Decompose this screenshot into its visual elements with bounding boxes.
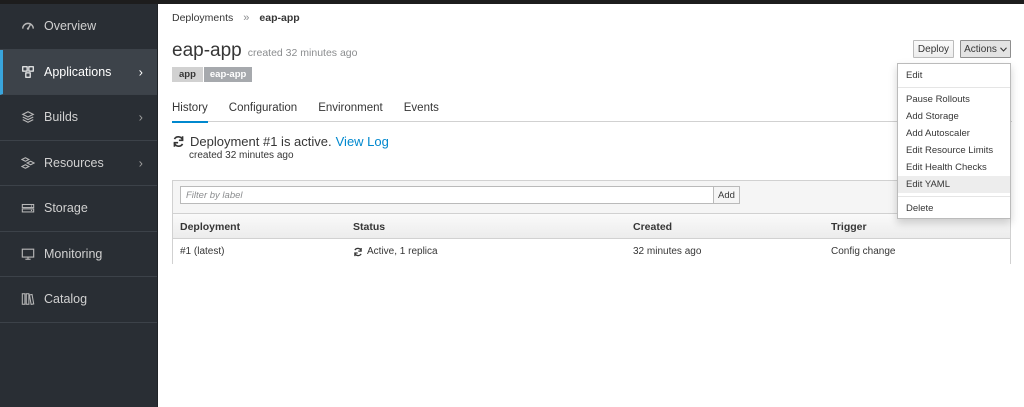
breadcrumb: Deployments » eap-app: [172, 12, 300, 24]
menu-item-delete[interactable]: Delete: [898, 200, 1010, 217]
chevron-down-icon: [999, 45, 1007, 54]
sidebar-item-monitoring[interactable]: Monitoring: [0, 232, 157, 277]
sidebar-item-overview[interactable]: Overview: [0, 4, 157, 50]
filter-by-label-input[interactable]: [180, 186, 714, 204]
storage-icon: [20, 200, 36, 216]
sidebar-item-resources[interactable]: Resources ›: [0, 141, 157, 186]
sidebar-item-catalog[interactable]: Catalog: [0, 277, 157, 323]
deployments-table-panel: Add Deployment Status Created Trigger #1…: [172, 180, 1011, 264]
menu-item-edit-health-checks[interactable]: Edit Health Checks: [898, 159, 1010, 176]
tab-environment[interactable]: Environment: [318, 100, 383, 122]
actions-button[interactable]: Actions: [960, 40, 1011, 58]
tabs: History Configuration Environment Events: [172, 100, 1012, 123]
sidebar-item-label: Monitoring: [44, 246, 103, 261]
layers-icon: [20, 109, 36, 125]
column-header-trigger[interactable]: Trigger: [831, 221, 867, 233]
add-filter-button[interactable]: Add: [713, 186, 740, 204]
cubes-icon: [20, 64, 36, 80]
sidebar-item-label: Builds: [44, 110, 79, 125]
tab-configuration[interactable]: Configuration: [229, 100, 297, 122]
tab-history[interactable]: History: [172, 100, 208, 123]
breadcrumb-separator: »: [243, 12, 250, 24]
row-status-text: Active, 1 replica: [367, 246, 438, 257]
page-title: eap-app: [172, 40, 242, 61]
column-header-created[interactable]: Created: [633, 221, 672, 233]
sidebar-item-label: Resources: [44, 155, 104, 170]
deploy-button[interactable]: Deploy: [913, 40, 954, 58]
chevron-right-icon: ›: [138, 155, 143, 171]
menu-item-add-storage[interactable]: Add Storage: [898, 108, 1010, 125]
sidebar-item-label: Overview: [44, 19, 97, 34]
cubes-outline-icon: [20, 155, 36, 171]
menu-item-edit[interactable]: Edit: [898, 67, 1010, 84]
view-log-link[interactable]: View Log: [336, 134, 389, 149]
menu-divider: [898, 87, 1010, 88]
created-timestamp: created 32 minutes ago: [247, 47, 358, 59]
row-trigger: Config change: [831, 246, 896, 257]
sidebar-item-applications[interactable]: Applications ›: [0, 49, 157, 95]
chevron-right-icon: ›: [138, 109, 143, 125]
breadcrumb-current: eap-app: [259, 12, 300, 24]
sidebar-item-builds[interactable]: Builds ›: [0, 95, 157, 141]
sync-icon: [173, 136, 184, 147]
deployment-link[interactable]: #1 (latest): [180, 246, 224, 257]
main-content: Deployments » eap-app eap-app created 32…: [158, 4, 1024, 407]
column-header-deployment[interactable]: Deployment: [180, 221, 240, 233]
status-text: Deployment #1 is active.: [190, 134, 332, 149]
monitor-icon: [20, 246, 36, 262]
tab-events[interactable]: Events: [404, 100, 439, 122]
deployment-status: Deployment #1 is active. View Log create…: [172, 134, 389, 161]
menu-item-edit-yaml[interactable]: Edit YAML: [898, 176, 1010, 193]
actions-button-label: Actions: [964, 43, 997, 55]
label-value[interactable]: eap-app: [203, 67, 253, 82]
sidebar: Overview Applications › Builds › Resourc…: [0, 4, 158, 407]
table-header: Deployment Status Created Trigger: [173, 213, 1010, 239]
menu-item-edit-resource-limits[interactable]: Edit Resource Limits: [898, 142, 1010, 159]
sync-icon: [354, 247, 362, 256]
chevron-right-icon: ›: [138, 64, 143, 80]
dashboard-icon: [20, 18, 36, 34]
menu-item-pause-rollouts[interactable]: Pause Rollouts: [898, 91, 1010, 108]
sidebar-item-storage[interactable]: Storage: [0, 186, 157, 232]
column-header-status[interactable]: Status: [353, 221, 385, 233]
sidebar-item-label: Storage: [44, 201, 88, 216]
label-key[interactable]: app: [172, 67, 203, 82]
status-created: created 32 minutes ago: [189, 150, 294, 161]
actions-dropdown-menu: Edit Pause Rollouts Add Storage Add Auto…: [897, 63, 1011, 219]
catalog-icon: [20, 291, 36, 307]
menu-divider: [898, 196, 1010, 197]
table-row[interactable]: #1 (latest) Active, 1 replica 32 minutes…: [173, 239, 1010, 264]
sidebar-item-label: Applications: [44, 64, 112, 79]
row-created: 32 minutes ago: [633, 246, 702, 257]
sidebar-item-label: Catalog: [44, 292, 88, 307]
menu-item-add-autoscaler[interactable]: Add Autoscaler: [898, 125, 1010, 142]
row-status: Active, 1 replica: [353, 246, 438, 257]
labels: app eap-app: [172, 67, 253, 82]
breadcrumb-deployments-link[interactable]: Deployments: [172, 12, 233, 24]
title-row: eap-app created 32 minutes ago: [172, 40, 357, 62]
